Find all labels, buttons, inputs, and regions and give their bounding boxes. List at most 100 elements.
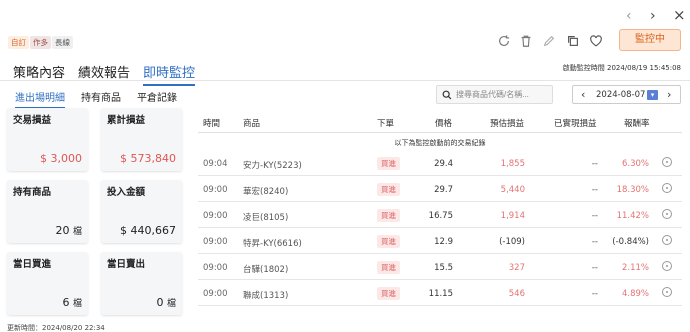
cell-time: 09:00 — [203, 237, 228, 247]
col-header-price[interactable]: 價格 — [435, 117, 452, 129]
tab-performance-report[interactable]: 績效報告 — [78, 62, 130, 86]
card-label: 累計損益 — [107, 115, 146, 126]
card-cumulative-pnl: 累計損益 $ 573,840 — [101, 108, 182, 171]
card-daily-sell: 當日賣出 0 檔 — [101, 252, 182, 315]
order-badge: 買進 — [377, 261, 400, 274]
info-icon[interactable] — [662, 183, 672, 193]
card-label: 當日買進 — [13, 259, 52, 270]
card-unit: 檔 — [166, 299, 176, 309]
order-badge: 買進 — [377, 183, 400, 196]
tag-long-term: 長線 — [52, 36, 73, 49]
table-row[interactable]: 09:00 凌巨(8105) 買進 16.75 1,914 -- 11.42% — [198, 203, 682, 228]
table-row[interactable]: 09:00 聯成(1313) 買進 11.15 546 -- 4.89% — [198, 281, 682, 306]
cell-time: 09:00 — [203, 185, 228, 195]
date-value[interactable]: 2024-08-07 — [596, 90, 645, 100]
tab-strategy-content[interactable]: 策略內容 — [13, 62, 65, 86]
cell-return-rate: 2.11% — [621, 263, 649, 273]
cell-product: 聯成(1313) — [243, 291, 289, 301]
search-input[interactable] — [456, 90, 548, 99]
card-number: 20 — [55, 224, 70, 237]
info-icon[interactable] — [662, 287, 672, 297]
next-arrow-icon[interactable]: › — [650, 9, 656, 23]
info-icon[interactable] — [662, 261, 672, 271]
col-header-realized-pnl[interactable]: 已實現損益 — [554, 117, 597, 129]
table-row[interactable]: 09:04 安力-KY(5223) 買進 29.4 1,855 -- 6.30% — [198, 151, 682, 176]
cell-return-rate: 4.89% — [621, 289, 649, 299]
trash-icon[interactable] — [517, 32, 535, 50]
table-row[interactable]: 09:00 華宏(8240) 買進 29.7 5,440 -- 18.30% — [198, 177, 682, 202]
subtab-holdings[interactable]: 持有商品 — [81, 89, 121, 109]
info-icon[interactable] — [662, 157, 672, 167]
cell-return-rate: (-0.84%) — [612, 237, 649, 247]
search-icon — [442, 90, 452, 99]
cell-est-pnl: 1,855 — [500, 159, 525, 169]
col-header-est-pnl[interactable]: 預估損益 — [490, 117, 524, 129]
card-number: 6 — [62, 296, 70, 309]
prev-arrow-icon[interactable]: ‹ — [626, 9, 632, 23]
card-value: 6 檔 — [62, 296, 82, 309]
cell-realized-pnl: -- — [591, 159, 598, 169]
close-icon[interactable]: × — [673, 8, 686, 23]
tab-live-monitor[interactable]: 即時監控 — [143, 62, 196, 86]
date-prev-icon[interactable]: ‹ — [581, 89, 585, 100]
tag-long: 作多 — [30, 36, 51, 49]
copy-icon[interactable] — [564, 32, 582, 50]
cell-product: 安力-KY(5223) — [243, 161, 302, 171]
main-tabs: 策略內容 績效報告 即時監控 — [13, 62, 208, 86]
cell-product: 華宏(8240) — [243, 187, 289, 197]
cell-time: 09:00 — [203, 289, 228, 299]
date-picker: ‹ 2024-08-07 ▾ › — [572, 85, 681, 104]
cell-realized-pnl: -- — [591, 237, 598, 247]
cell-realized-pnl: -- — [591, 185, 598, 195]
card-invested-amount: 投入金額 $ 440,667 — [101, 180, 182, 243]
col-header-order[interactable]: 下單 — [377, 117, 394, 129]
card-number: 0 — [156, 296, 164, 309]
monitor-start-time: 啟動監控時間 2024/08/19 15:45:08 — [562, 64, 681, 72]
cell-time: 09:04 — [203, 159, 228, 169]
update-time: 更新時間：2024/08/20 22:34 — [7, 324, 105, 332]
table-row[interactable]: 09:00 特昇-KY(6616) 買進 12.9 (-109) -- (-0.… — [198, 229, 682, 254]
info-icon[interactable] — [662, 209, 672, 219]
col-header-return-rate[interactable]: 報酬率 — [624, 117, 650, 129]
card-trade-pnl: 交易損益 $ 3,000 — [7, 108, 88, 171]
card-label: 交易損益 — [13, 115, 52, 126]
cell-price: 11.15 — [428, 289, 453, 299]
date-next-icon[interactable]: › — [667, 89, 671, 100]
card-value: 20 檔 — [55, 224, 82, 237]
subtab-trade-details[interactable]: 進出場明細 — [15, 89, 65, 109]
table-header-divider — [198, 132, 682, 133]
cell-return-rate: 11.42% — [616, 211, 649, 221]
monitoring-button[interactable]: 監控中 — [619, 29, 681, 51]
cell-est-pnl: 1,914 — [500, 211, 525, 221]
card-value: $ 440,667 — [120, 224, 176, 237]
card-label: 投入金額 — [107, 187, 146, 198]
cell-product: 台驊(1802) — [243, 265, 289, 275]
refresh-icon[interactable] — [495, 32, 513, 50]
table-row[interactable]: 09:00 台驊(1802) 買進 15.5 327 -- 2.11% — [198, 255, 682, 280]
cell-realized-pnl: -- — [591, 263, 598, 273]
cell-realized-pnl: -- — [591, 211, 598, 221]
order-badge: 買進 — [377, 157, 400, 170]
calendar-icon[interactable]: ▾ — [647, 90, 658, 100]
cell-realized-pnl: -- — [591, 289, 598, 299]
edit-icon[interactable] — [540, 32, 558, 50]
order-badge: 買進 — [377, 287, 400, 300]
info-icon[interactable] — [662, 235, 672, 245]
tag-custom: 自訂 — [8, 36, 29, 49]
tabs-divider — [0, 80, 690, 81]
card-label: 持有商品 — [13, 187, 52, 198]
order-badge: 買進 — [377, 235, 400, 248]
card-value: $ 573,840 — [120, 152, 176, 165]
cell-price: 15.5 — [434, 263, 453, 273]
cell-product: 特昇-KY(6616) — [243, 239, 302, 249]
subtab-closed-records[interactable]: 平倉記錄 — [137, 89, 177, 109]
heart-icon[interactable] — [587, 32, 605, 50]
cell-est-pnl: (-109) — [499, 237, 525, 247]
col-header-product[interactable]: 商品 — [243, 117, 260, 129]
cell-time: 09:00 — [203, 263, 228, 273]
cell-price: 29.7 — [434, 185, 453, 195]
cell-price: 16.75 — [428, 211, 453, 221]
col-header-time[interactable]: 時間 — [203, 117, 220, 129]
cell-price: 29.4 — [434, 159, 453, 169]
cell-est-pnl: 5,440 — [500, 185, 525, 195]
